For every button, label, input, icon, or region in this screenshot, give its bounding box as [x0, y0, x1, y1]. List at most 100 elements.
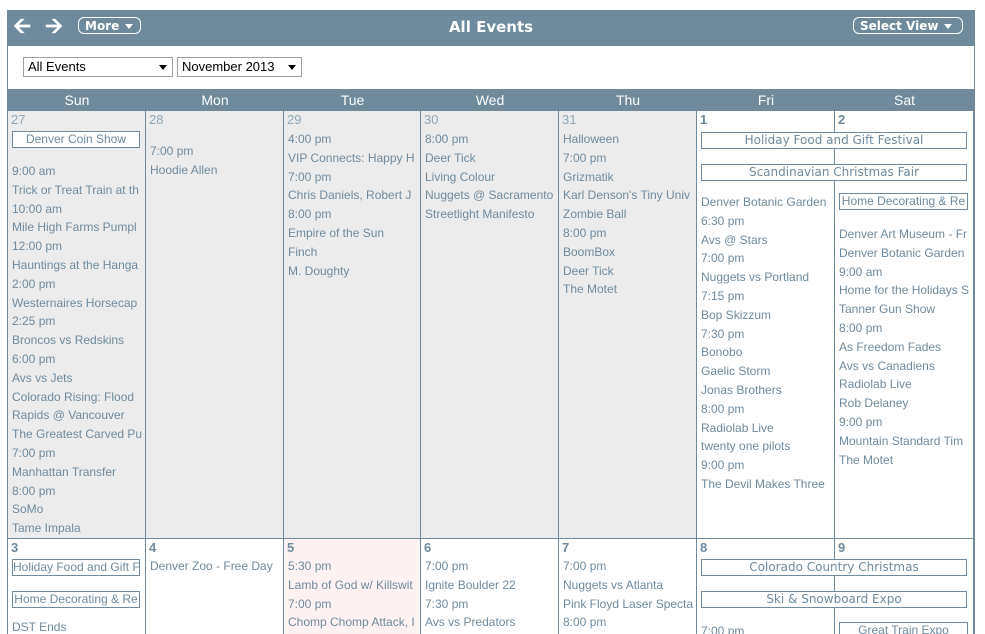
event-link[interactable]: Nuggets vs Atlanta — [563, 578, 663, 592]
day-number[interactable]: 6 — [424, 540, 431, 555]
event-link[interactable]: Tame Impala — [12, 521, 81, 535]
day-number[interactable]: 30 — [424, 112, 438, 127]
event-link[interactable]: Living Colour — [425, 170, 495, 184]
event-link[interactable]: Bop Skizzum — [701, 308, 771, 322]
day-number[interactable]: 3 — [11, 540, 18, 555]
event-link[interactable]: Rapids @ Vancouver — [12, 408, 125, 422]
event-link[interactable]: The Motet — [839, 453, 893, 467]
event-link[interactable]: The Greatest Carved Pu — [12, 427, 142, 441]
event-link[interactable]: Avs vs Canadiens — [839, 359, 935, 373]
all-day-event[interactable]: Holiday Food and Gift F — [12, 559, 140, 576]
event-link[interactable]: Nuggets @ Sacramento — [425, 188, 553, 202]
event-link[interactable]: The Motet — [563, 282, 617, 296]
event-time: 7:00 pm — [288, 169, 332, 184]
event-time: 6:30 pm — [701, 213, 745, 228]
day-cell[interactable]: 5 5:30 pm Lamb of God w/ Killswit 7:00 pm Ch… — [284, 539, 421, 634]
event-link[interactable]: Ignite Boulder 22 — [425, 578, 516, 592]
month-select[interactable]: November 2013 — [177, 57, 302, 77]
event-link[interactable]: Chomp Chomp Attack, I — [288, 615, 415, 629]
event-link[interactable]: Nuggets vs Portland — [701, 270, 809, 284]
event-link[interactable]: Empire of the Sun — [288, 226, 384, 240]
event-link[interactable]: Lamb of God w/ Killswit — [288, 578, 413, 592]
event-link[interactable]: Westernaires Horsecap — [12, 296, 137, 310]
day-number[interactable]: 9 — [838, 540, 845, 555]
all-day-event[interactable]: Great Train Expo — [839, 622, 968, 634]
event-link[interactable]: Avs @ Stars — [701, 233, 768, 247]
day-number[interactable]: 31 — [562, 112, 576, 127]
event-link[interactable]: Mile High Farms Pumpl — [12, 220, 137, 234]
event-link[interactable]: Broncos vs Redskins — [12, 333, 124, 347]
event-link[interactable]: Avs vs Predators — [425, 615, 515, 629]
event-link[interactable]: Denver Botanic Garden — [839, 246, 964, 260]
all-day-event[interactable]: Home Decorating & Re — [12, 591, 140, 608]
event-link[interactable]: Home for the Holidays S — [839, 283, 969, 297]
event-link[interactable]: Karl Denson's Tiny Univ — [563, 188, 690, 202]
event-link[interactable]: Hoodie Allen — [150, 163, 217, 177]
event-link[interactable]: Halloween — [563, 132, 619, 146]
day-number[interactable]: 27 — [11, 112, 25, 127]
day-cell[interactable]: 4 Denver Zoo - Free Day — [146, 539, 284, 634]
event-link[interactable]: Zombie Ball — [563, 207, 626, 221]
day-cell[interactable]: 31 Halloween 7:00 pm Grizmatik Karl Denson's… — [559, 111, 697, 539]
event-link[interactable]: Mountain Standard Tim — [839, 434, 963, 448]
spanning-event[interactable]: Ski & Snowboard Expo — [701, 591, 967, 608]
day-cell[interactable]: 7 7:00 pm Nuggets vs Atlanta Pink Floyd Las… — [559, 539, 697, 634]
day-cell[interactable]: 3 Holiday Food and Gift F Home Decorating … — [8, 539, 146, 634]
event-link[interactable]: Grizmatik — [563, 170, 614, 184]
event-link[interactable]: Denver Zoo - Free Day — [150, 559, 273, 573]
event-link[interactable]: twenty one pilots — [701, 439, 790, 453]
day-header-thu: Thu — [615, 92, 641, 108]
day-cell[interactable]: 29 4:00 pm VIP Connects: Happy H 7:00 pm Chr… — [284, 111, 421, 539]
day-cell[interactable]: 9 Great Train Expo — [835, 539, 974, 634]
day-cell[interactable]: 30 8:00 pm Deer Tick Living Colour Nuggets @… — [421, 111, 559, 539]
day-number[interactable]: 4 — [149, 540, 156, 555]
event-link[interactable]: Trick or Treat Train at th — [12, 183, 139, 197]
event-link[interactable]: Avs vs Jets — [12, 371, 72, 385]
event-link[interactable]: M. Doughty — [288, 264, 349, 278]
event-link[interactable]: Pink Floyd Laser Specta — [563, 597, 693, 611]
day-number[interactable]: 5 — [287, 540, 294, 555]
calendar-select[interactable]: All Events — [23, 57, 173, 77]
event-link[interactable]: Manhattan Transfer — [12, 465, 116, 479]
event-link[interactable]: Jonas Brothers — [701, 383, 782, 397]
event-link[interactable]: Colorado Rising: Flood — [12, 390, 134, 404]
event-link[interactable]: VIP Connects: Happy H — [288, 151, 415, 165]
event-link[interactable]: Tanner Gun Show — [839, 302, 935, 316]
event-link[interactable]: Streetlight Manifesto — [425, 207, 534, 221]
event-link[interactable]: Rob Delaney — [839, 396, 908, 410]
day-number[interactable]: 8 — [700, 540, 707, 555]
day-number[interactable]: 2 — [838, 112, 845, 127]
event-link[interactable]: As Freedom Fades — [839, 340, 941, 354]
day-cell[interactable]: 28 7:00 pm Hoodie Allen — [146, 111, 284, 539]
event-link[interactable]: Finch — [288, 245, 317, 259]
day-number[interactable]: 28 — [149, 112, 163, 127]
select-view-button[interactable]: Select View — [853, 17, 963, 34]
event-link[interactable]: BoomBox — [563, 245, 615, 259]
event-link[interactable]: Radiolab Live — [839, 377, 912, 391]
event-link[interactable]: Deer Tick — [563, 264, 614, 278]
event-link[interactable]: Hauntings at the Hanga — [12, 258, 138, 272]
spanning-event[interactable]: Colorado Country Christmas — [701, 559, 967, 576]
month-select-value: November 2013 — [182, 59, 275, 74]
event-link[interactable]: Denver Art Museum - Fr — [839, 227, 967, 241]
event-link[interactable]: Bonobo — [701, 345, 742, 359]
all-day-event[interactable]: Denver Coin Show — [12, 131, 140, 148]
event-link[interactable]: Chris Daniels, Robert J — [288, 188, 411, 202]
event-link[interactable]: Gaelic Storm — [701, 364, 770, 378]
event-link[interactable]: The Devil Makes Three — [701, 477, 825, 491]
event-link[interactable]: Radiolab Live — [701, 421, 774, 435]
all-day-event[interactable]: Home Decorating & Re — [839, 193, 968, 210]
day-cell[interactable]: 6 7:00 pm Ignite Boulder 22 7:30 pm Avs vs P… — [421, 539, 559, 634]
event-link[interactable]: DST Ends — [12, 620, 66, 634]
day-number[interactable]: 7 — [562, 540, 569, 555]
day-number[interactable]: 29 — [287, 112, 301, 127]
day-number[interactable]: 1 — [700, 112, 707, 127]
event-link[interactable]: Denver Botanic Garden — [701, 195, 826, 209]
spanning-event[interactable]: Holiday Food and Gift Festival — [701, 132, 967, 149]
day-cell[interactable]: 27 Denver Coin Show 9:00 am Trick or Treat … — [8, 111, 146, 539]
event-time: 7:30 pm — [701, 326, 745, 341]
spanning-event[interactable]: Scandinavian Christmas Fair — [701, 164, 967, 181]
day-cell[interactable]: 8 7:00 pm — [697, 539, 835, 634]
event-link[interactable]: Deer Tick — [425, 151, 476, 165]
event-link[interactable]: SoMo — [12, 502, 43, 516]
